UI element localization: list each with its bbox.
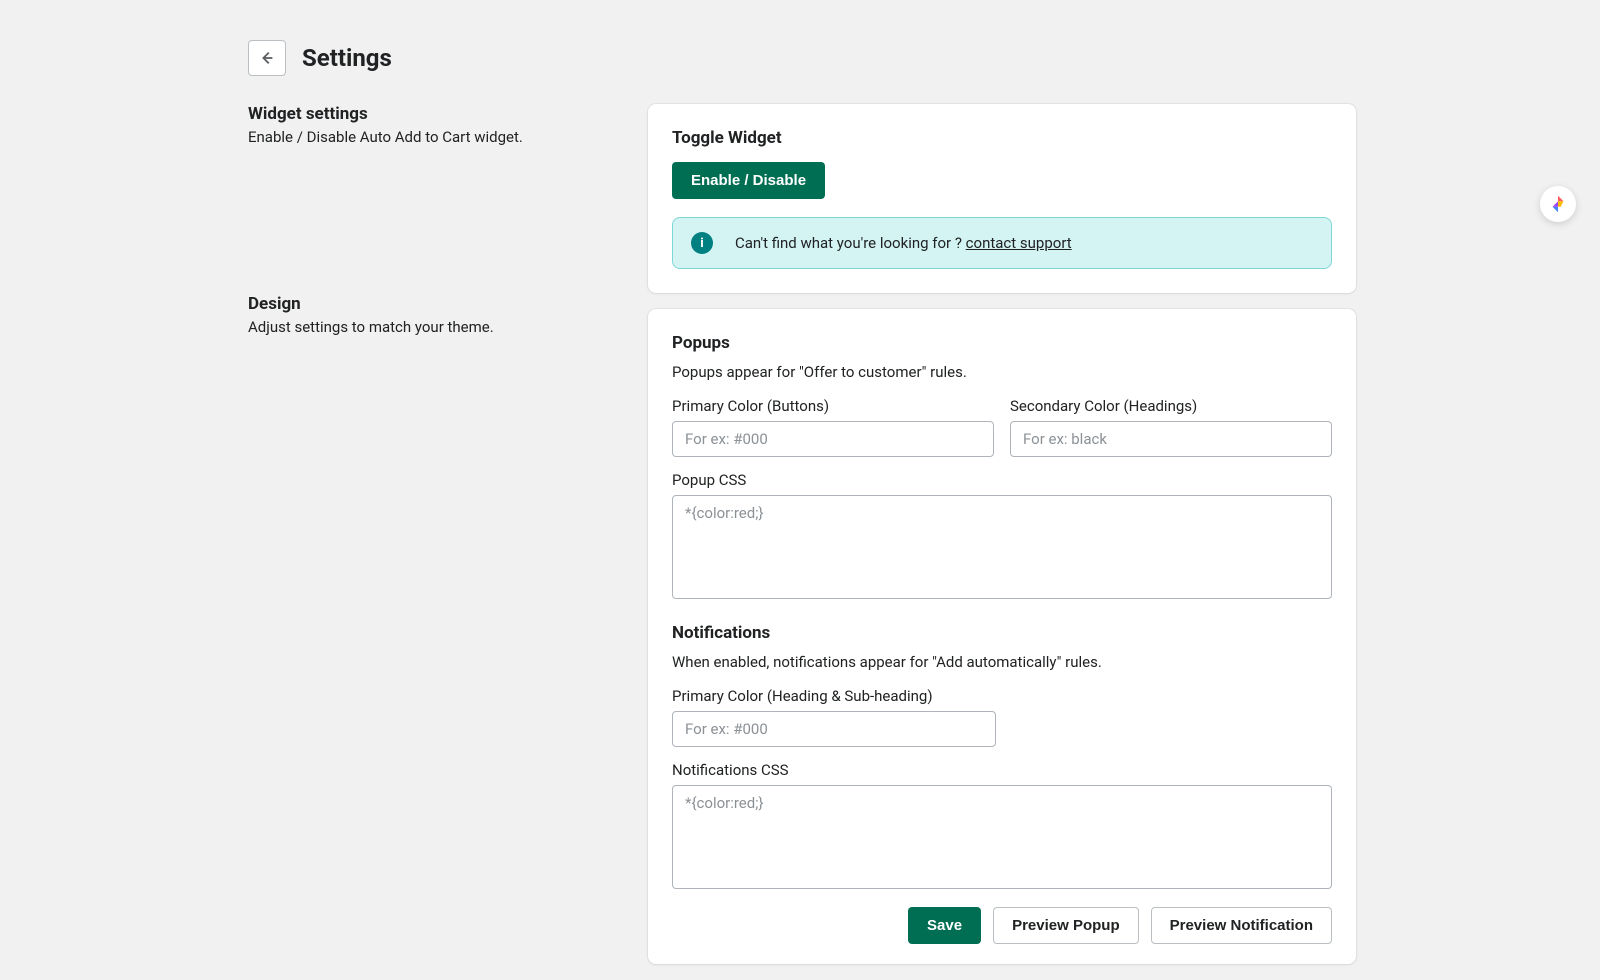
preview-popup-button[interactable]: Preview Popup [993,907,1139,944]
notif-primary-input[interactable] [672,711,996,747]
arrow-left-icon [258,49,276,67]
page-title: Settings [302,44,392,72]
back-button[interactable] [248,40,286,76]
popup-css-label: Popup CSS [672,471,1332,489]
widget-section-desc: Enable / Disable Auto Add to Cart widget… [248,128,618,146]
popup-primary-label: Primary Color (Buttons) [672,397,994,415]
notif-primary-label: Primary Color (Heading & Sub-heading) [672,687,996,705]
popups-desc: Popups appear for "Offer to customer" ru… [672,363,1332,381]
preview-notification-button[interactable]: Preview Notification [1151,907,1332,944]
enable-disable-button[interactable]: Enable / Disable [672,162,825,199]
support-banner: i Can't find what you're looking for ? c… [672,217,1332,269]
notifications-heading: Notifications [672,623,1332,643]
popups-heading: Popups [672,333,1332,353]
notif-css-label: Notifications CSS [672,761,1332,779]
popup-primary-input[interactable] [672,421,994,457]
popup-css-textarea[interactable] [672,495,1332,599]
design-section-title: Design [248,294,618,314]
design-section-desc: Adjust settings to match your theme. [248,318,618,336]
design-section-label: Design Adjust settings to match your the… [248,294,618,336]
notifications-desc: When enabled, notifications appear for "… [672,653,1332,671]
info-icon: i [691,232,713,254]
widget-section-title: Widget settings [248,104,618,124]
toggle-widget-heading: Toggle Widget [672,128,1332,148]
notif-css-textarea[interactable] [672,785,1332,889]
design-card: Popups Popups appear for "Offer to custo… [648,309,1356,964]
app-logo-icon [1547,193,1569,215]
popup-secondary-input[interactable] [1010,421,1332,457]
banner-text: Can't find what you're looking for ? con… [735,234,1072,252]
popup-secondary-label: Secondary Color (Headings) [1010,397,1332,415]
toggle-widget-card: Toggle Widget Enable / Disable i Can't f… [648,104,1356,293]
widget-section-label: Widget settings Enable / Disable Auto Ad… [248,104,618,146]
help-widget-button[interactable] [1540,186,1576,222]
save-button[interactable]: Save [908,907,981,944]
contact-support-link[interactable]: contact support [966,234,1072,252]
